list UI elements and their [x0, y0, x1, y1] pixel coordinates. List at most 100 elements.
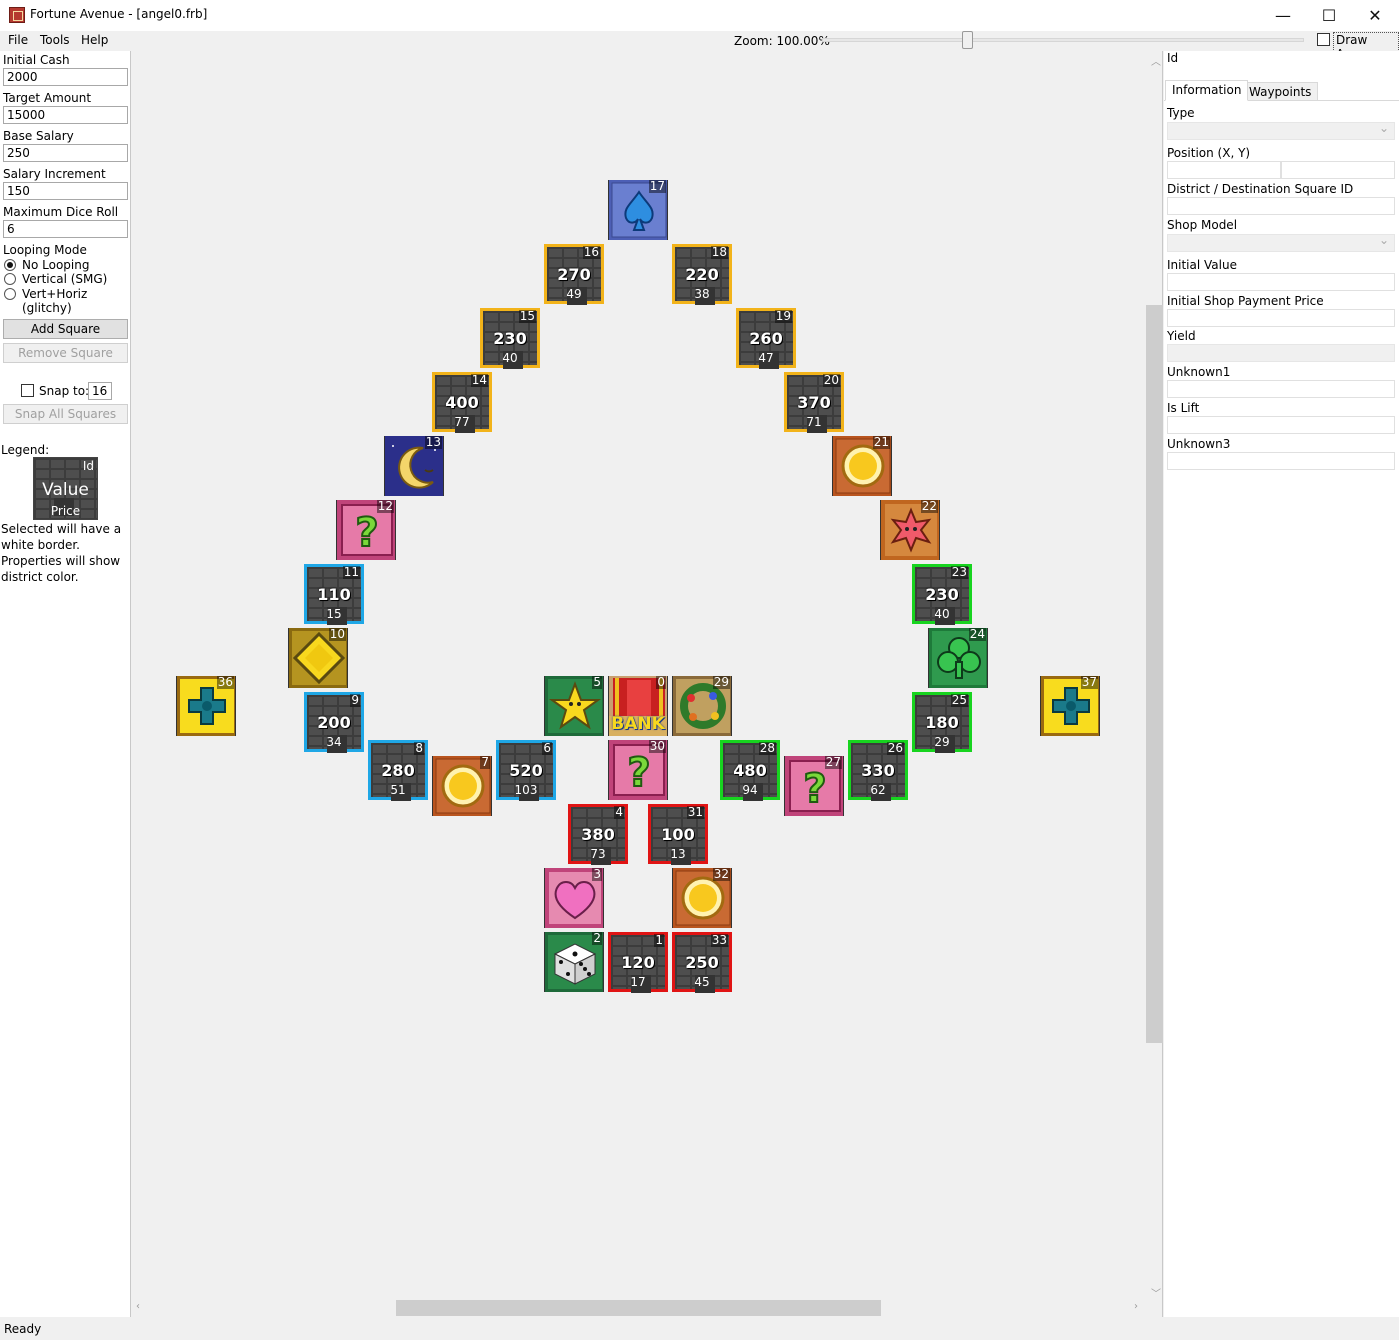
shop-square-31[interactable]: 100 13 31 [648, 804, 708, 865]
radio-no-looping-label[interactable]: No Looping [22, 258, 89, 272]
initial-cash-input[interactable]: 2000 [3, 68, 128, 86]
board-square-2[interactable]: 2 [544, 932, 604, 992]
board-square-17[interactable]: 17 [608, 180, 668, 240]
square-price: 47 [758, 351, 774, 365]
shop-square-28[interactable]: 480 94 28 [720, 740, 780, 801]
district-input[interactable] [1167, 197, 1395, 215]
scroll-left-icon[interactable]: ‹ [136, 1301, 140, 1312]
square-id: 27 [824, 755, 842, 769]
zoom-slider[interactable] [822, 38, 1304, 42]
scroll-up-icon[interactable]: ︿ [1151, 53, 1161, 68]
board-square-0[interactable]: BANK 0 [608, 676, 668, 736]
menu-tools[interactable]: Tools [40, 33, 70, 47]
square-id: 21 [872, 435, 890, 449]
square-price: 29 [934, 735, 950, 749]
position-x-input[interactable] [1167, 161, 1281, 179]
square-id: 1 [654, 933, 664, 947]
square-value: 370 [797, 393, 831, 412]
scroll-down-icon[interactable]: ﹀ [1151, 1285, 1161, 1300]
square-id: 3 [592, 867, 602, 881]
position-y-input[interactable] [1281, 161, 1395, 179]
shop-square-15[interactable]: 230 40 15 [480, 308, 540, 369]
menu-file[interactable]: File [8, 33, 28, 47]
square-price: 77 [454, 415, 470, 429]
shop-square-33[interactable]: 250 45 33 [672, 932, 732, 993]
board-square-5[interactable]: 5 [544, 676, 604, 736]
initial-value-input[interactable] [1167, 273, 1395, 291]
status-text: Ready [4, 1322, 42, 1336]
board-square-21[interactable]: 21 [832, 436, 892, 496]
unknown1-input[interactable] [1167, 380, 1395, 398]
shop-square-8[interactable]: 280 51 8 [368, 740, 428, 801]
close-button[interactable]: ✕ [1352, 0, 1398, 31]
snap-all-squares-button[interactable]: Snap All Squares [3, 404, 128, 424]
radio-vert-horiz[interactable] [4, 288, 16, 300]
board-square-30[interactable]: ? 30 [608, 740, 668, 800]
square-id: 16 [582, 245, 600, 259]
snap-value-input[interactable]: 16 [88, 382, 112, 400]
shop-square-9[interactable]: 200 34 9 [304, 692, 364, 753]
shop-square-20[interactable]: 370 71 20 [784, 372, 844, 433]
menu-help[interactable]: Help [81, 33, 108, 47]
target-amount-input[interactable]: 15000 [3, 106, 128, 124]
radio-vertical[interactable] [4, 273, 16, 285]
radio-vertical-label[interactable]: Vertical (SMG) [22, 272, 107, 286]
radio-vert-horiz-label[interactable]: Vert+Horiz (glitchy) [22, 287, 130, 315]
shop-square-19[interactable]: 260 47 19 [736, 308, 796, 369]
square-value: 260 [749, 329, 783, 348]
is-lift-input[interactable] [1167, 416, 1395, 434]
board-square-24[interactable]: 24 [928, 628, 988, 688]
game-settings-panel: Initial Cash 2000 Target Amount 15000 Ba… [0, 51, 131, 1317]
board-square-12[interactable]: ? 12 [336, 500, 396, 560]
zoom-slider-thumb[interactable] [961, 31, 973, 49]
maximize-button[interactable]: ☐ [1306, 0, 1352, 31]
unknown3-input[interactable] [1167, 452, 1395, 470]
square-price: 15 [326, 607, 342, 621]
board-square-3[interactable]: 3 [544, 868, 604, 928]
tab-information[interactable]: Information [1165, 80, 1249, 101]
square-price: 51 [390, 783, 406, 797]
snap-checkbox[interactable] [21, 384, 34, 397]
draw-axes-checkbox[interactable] [1317, 33, 1330, 46]
board-square-10[interactable]: 10 [288, 628, 348, 688]
shop-square-26[interactable]: 330 62 26 [848, 740, 908, 801]
square-id: 22 [920, 499, 938, 513]
board-square-32[interactable]: 32 [672, 868, 732, 928]
board-square-36[interactable]: 36 [176, 676, 236, 736]
square-price: 34 [326, 735, 342, 749]
square-id: 18 [710, 245, 728, 259]
tab-waypoints[interactable]: Waypoints [1242, 82, 1319, 101]
vertical-scrollbar[interactable] [1146, 305, 1163, 1043]
shop-square-11[interactable]: 110 15 11 [304, 564, 364, 625]
shop-square-25[interactable]: 180 29 25 [912, 692, 972, 753]
scroll-right-icon[interactable]: › [1134, 1301, 1138, 1312]
shop-square-1[interactable]: 120 17 1 [608, 932, 668, 993]
square-id: 4 [614, 805, 624, 819]
initial-shop-price-input[interactable] [1167, 309, 1395, 327]
shop-model-select[interactable] [1167, 233, 1395, 252]
shop-square-6[interactable]: 520 103 6 [496, 740, 556, 801]
square-price: 17 [630, 975, 646, 989]
shop-square-23[interactable]: 230 40 23 [912, 564, 972, 625]
type-label: Type [1167, 106, 1195, 120]
salary-increment-input[interactable]: 150 [3, 182, 128, 200]
board-square-13[interactable]: 13 [384, 436, 444, 496]
shop-square-18[interactable]: 220 38 18 [672, 244, 732, 305]
horizontal-scrollbar[interactable] [396, 1300, 881, 1316]
shop-square-14[interactable]: 400 77 14 [432, 372, 492, 433]
shop-model-label: Shop Model [1167, 218, 1238, 232]
type-select[interactable] [1167, 121, 1395, 140]
board-square-22[interactable]: 22 [880, 500, 940, 560]
board-square-7[interactable]: 7 [432, 756, 492, 816]
shop-square-16[interactable]: 270 49 16 [544, 244, 604, 305]
max-dice-roll-input[interactable]: 6 [3, 220, 128, 238]
shop-square-4[interactable]: 380 73 4 [568, 804, 628, 865]
board-square-27[interactable]: ? 27 [784, 756, 844, 816]
minimize-button[interactable]: — [1260, 0, 1306, 31]
add-square-button[interactable]: Add Square [3, 319, 128, 339]
remove-square-button[interactable]: Remove Square [3, 343, 128, 363]
radio-no-looping[interactable] [4, 259, 16, 271]
board-square-37[interactable]: 37 [1040, 676, 1100, 736]
base-salary-input[interactable]: 250 [3, 144, 128, 162]
board-square-29[interactable]: 29 [672, 676, 732, 736]
